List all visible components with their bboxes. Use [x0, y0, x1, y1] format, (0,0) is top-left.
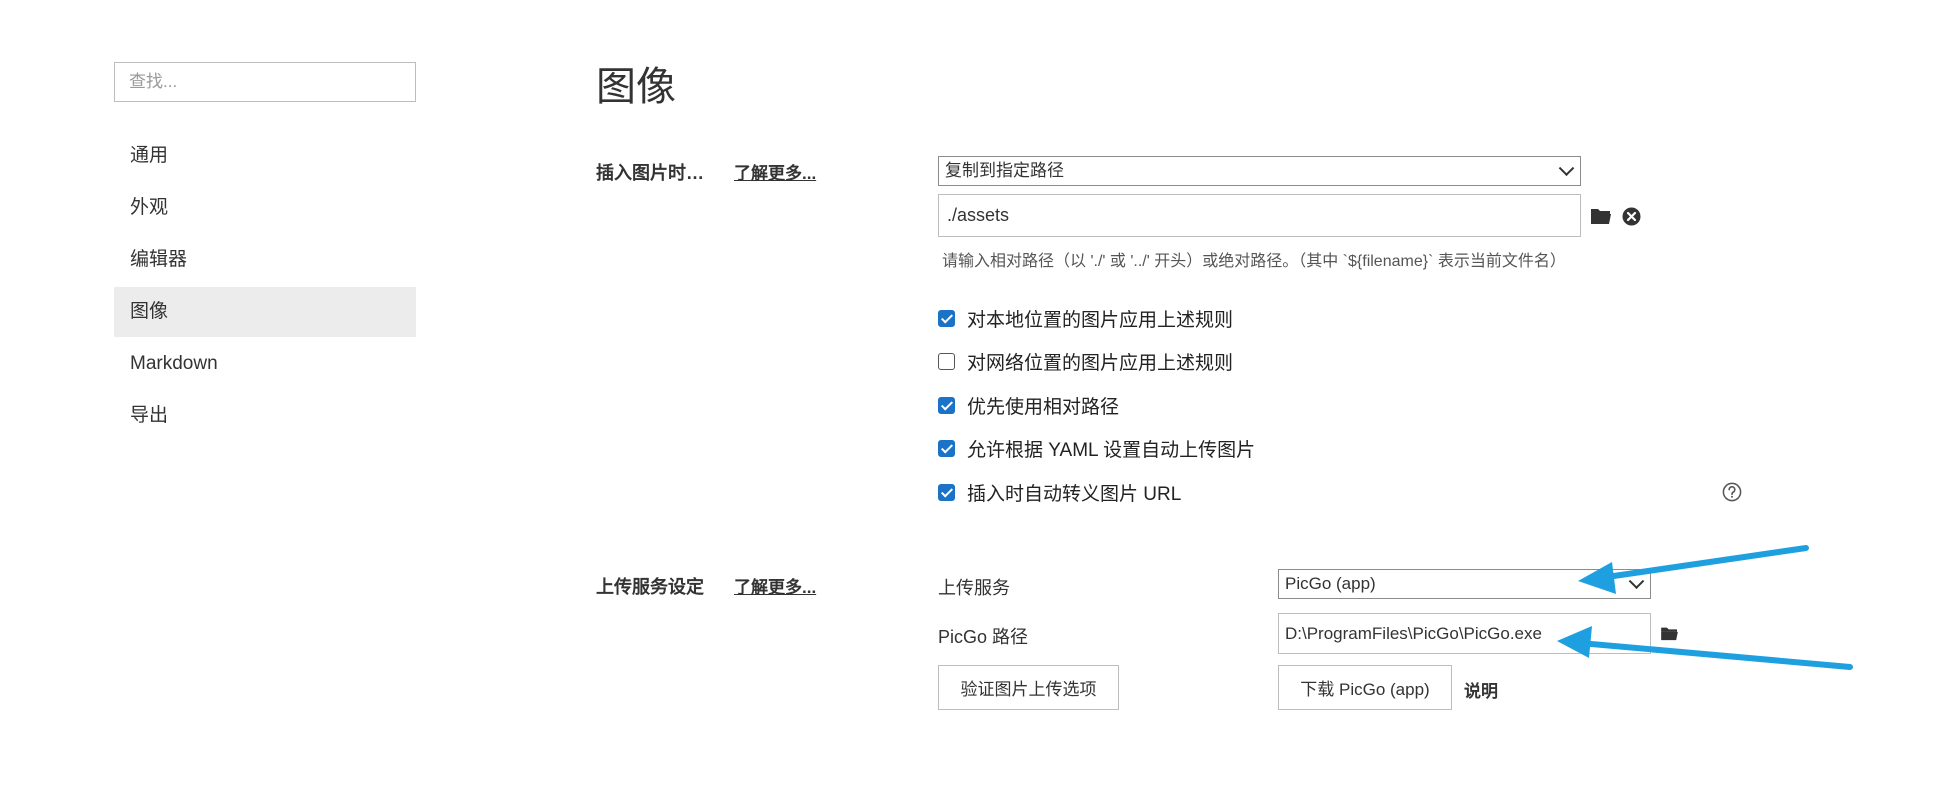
verify-upload-button[interactable]: 验证图片上传选项 — [938, 665, 1119, 710]
path-hint-text: 请输入相对路径（以 './' 或 '../' 开头）或绝对路径。（其中 `${f… — [942, 253, 1566, 270]
insert-action-select-value: 复制到指定路径 — [945, 161, 1064, 180]
sidebar-item-image[interactable]: 图像 — [114, 287, 416, 337]
checkbox-apply-network[interactable] — [938, 352, 955, 370]
sidebar-item-appearance[interactable]: 外观 — [114, 183, 416, 233]
checkbox-prefer-relative[interactable] — [938, 396, 955, 414]
checkbox-label: 对网络位置的图片应用上述规则 — [967, 352, 1234, 374]
option-escape-url[interactable]: 插入时自动转义图片 URL — [938, 477, 1181, 507]
upload-section-label: 上传服务设定 — [596, 577, 704, 597]
sidebar-item-markdown[interactable]: Markdown — [114, 339, 416, 389]
picgo-path-input[interactable] — [1278, 613, 1651, 654]
clear-icon[interactable] — [1622, 207, 1641, 226]
option-apply-local[interactable]: 对本地位置的图片应用上述规则 — [938, 303, 1233, 333]
folder-icon[interactable] — [1660, 626, 1679, 641]
sidebar-item-editor[interactable]: 编辑器 — [114, 235, 416, 285]
option-apply-network[interactable]: 对网络位置的图片应用上述规则 — [938, 346, 1233, 376]
chevron-down-icon — [1558, 160, 1575, 177]
checkbox-yaml-auto-upload[interactable] — [938, 439, 955, 457]
upload-learn-more-link[interactable]: 了解更多... — [734, 573, 816, 598]
picgo-path-label: PicGo 路径 — [938, 627, 1029, 647]
folder-icon[interactable] — [1590, 207, 1612, 225]
sidebar-item-general[interactable]: 通用 — [114, 131, 416, 181]
sidebar-nav: 通用 外观 编辑器 图像 Markdown 导出 — [114, 131, 416, 443]
upload-service-label: 上传服务 — [938, 578, 1010, 598]
checkbox-label: 优先使用相对路径 — [967, 396, 1120, 418]
option-yaml-auto-upload[interactable]: 允许根据 YAML 设置自动上传图片 — [938, 433, 1255, 463]
upload-service-select[interactable]: PicGo (app) — [1278, 569, 1651, 599]
download-picgo-button[interactable]: 下载 PicGo (app) — [1278, 665, 1452, 710]
chevron-down-icon — [1628, 573, 1645, 590]
upload-service-select-value: PicGo (app) — [1285, 574, 1376, 593]
sidebar-item-export[interactable]: 导出 — [114, 391, 416, 441]
search-input[interactable] — [114, 62, 416, 102]
image-path-input[interactable] — [938, 194, 1581, 237]
checkbox-escape-url[interactable] — [938, 483, 955, 501]
checkbox-label: 允许根据 YAML 设置自动上传图片 — [967, 439, 1256, 461]
explain-link[interactable]: 说明 — [1464, 677, 1498, 702]
help-icon[interactable] — [1722, 482, 1742, 502]
checkbox-label: 对本地位置的图片应用上述规则 — [967, 309, 1234, 331]
checkbox-apply-local[interactable] — [938, 309, 955, 327]
option-prefer-relative[interactable]: 优先使用相对路径 — [938, 390, 1119, 420]
page-title: 图像 — [596, 65, 676, 109]
insert-image-section-label: 插入图片时… — [596, 163, 704, 183]
insert-action-select[interactable]: 复制到指定路径 — [938, 156, 1581, 186]
insert-learn-more-link[interactable]: 了解更多... — [734, 159, 816, 184]
checkbox-label: 插入时自动转义图片 URL — [967, 483, 1182, 505]
